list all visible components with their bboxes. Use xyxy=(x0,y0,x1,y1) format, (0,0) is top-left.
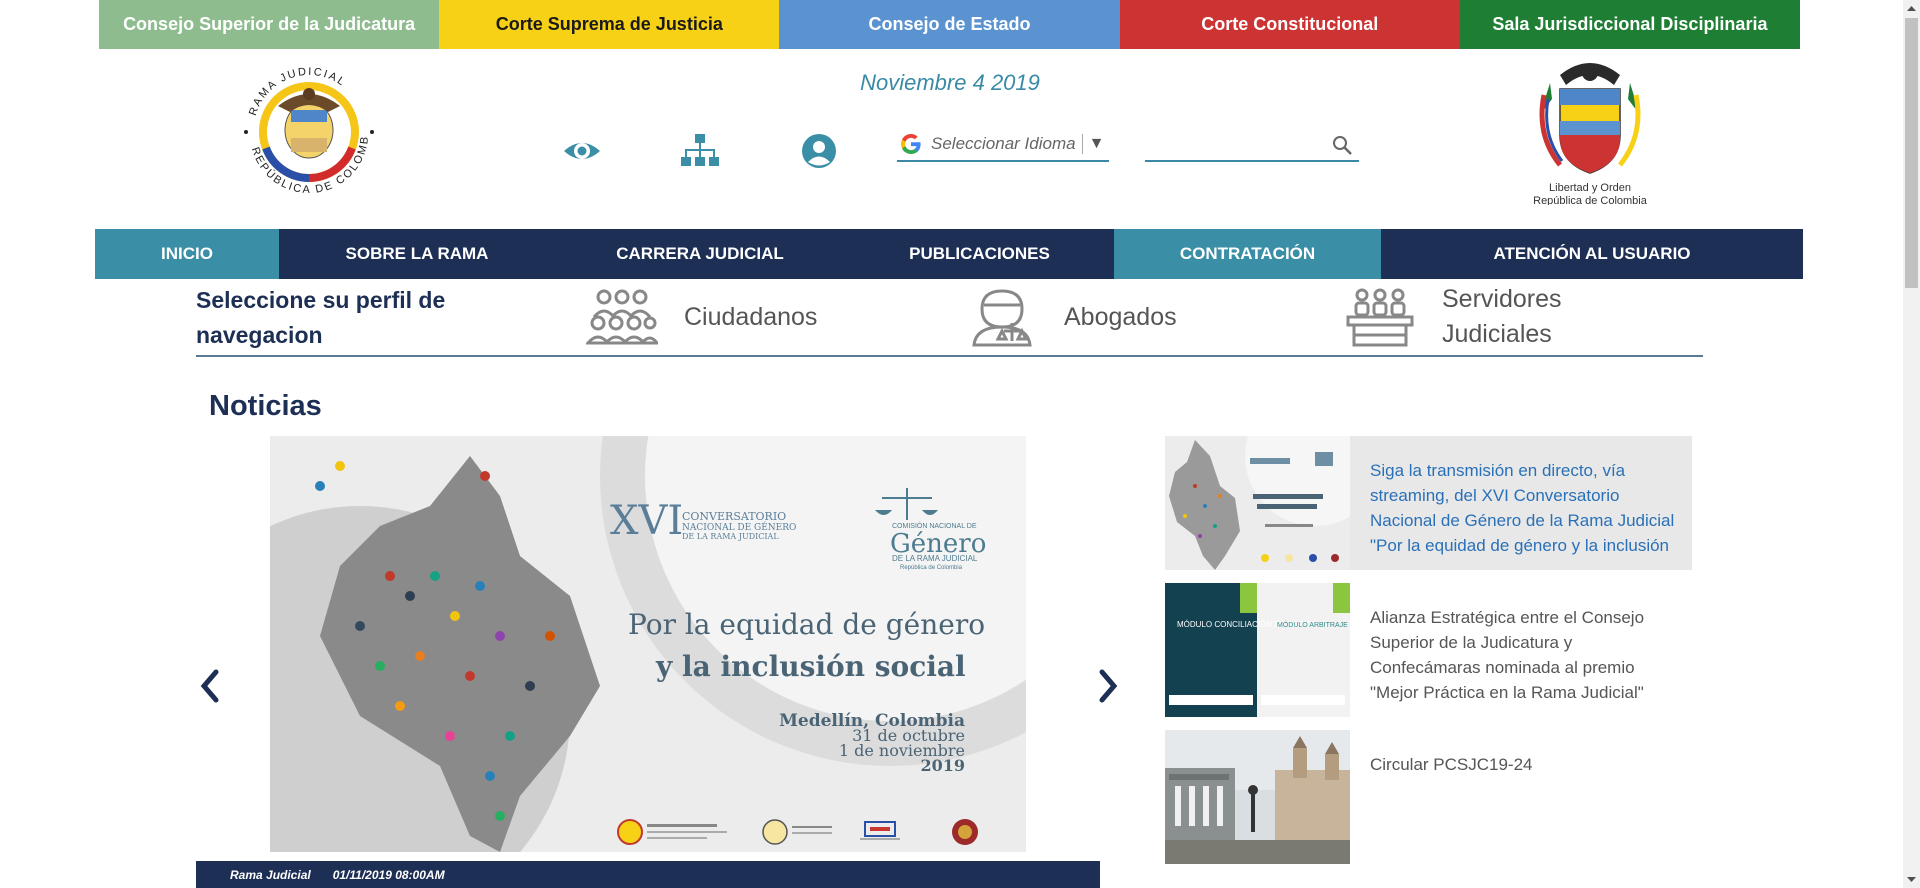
dropdown-arrow-icon: ▼ xyxy=(1088,135,1105,152)
news-heading: Noticias xyxy=(209,390,322,422)
scrollbar-thumb[interactable] xyxy=(1905,18,1918,288)
carousel-slide[interactable]: XVI CONVERSATORIO NACIONAL DE GÉNERO DE … xyxy=(270,436,1026,852)
profile-servidores-label: Servidores Judiciales xyxy=(1442,285,1562,348)
nav-publicaciones[interactable]: PUBLICACIONES xyxy=(845,229,1114,279)
language-divider xyxy=(1081,134,1083,154)
profile-selector-title: Seleccione su perfil de navegacion xyxy=(196,287,446,348)
page: Consejo Superior de la Judicatura Corte … xyxy=(0,0,1920,888)
profile-servidores-judiciales[interactable]: Servidores Judiciales xyxy=(1344,279,1602,355)
search-box xyxy=(1145,128,1359,162)
news-item-1[interactable]: Siga la transmisión en directo, vía stre… xyxy=(1165,436,1692,570)
carousel-prev-icon[interactable] xyxy=(196,666,222,706)
carousel-next-icon[interactable] xyxy=(1096,666,1122,706)
scroll-down-icon[interactable] xyxy=(1903,871,1920,888)
search-icon[interactable] xyxy=(1331,134,1353,156)
rama-judicial-logo[interactable]: RAMA JUDICIAL REPÚBLICA DE COLOMBIA xyxy=(228,52,390,208)
news-item-1-title: Siga la transmisión en directo, vía stre… xyxy=(1370,461,1675,555)
court-link-consejo-estado[interactable]: Consejo de Estado xyxy=(779,0,1120,49)
news-thumbnail-3 xyxy=(1165,730,1350,864)
news-item-3-title: Circular PCSJC19-24 xyxy=(1370,755,1533,774)
google-icon xyxy=(901,134,921,154)
slide-event-roman: XVI xyxy=(610,498,683,544)
news-item-2-title: Alianza Estratégica entre el Consejo Sup… xyxy=(1370,608,1645,702)
slide-event-line3: DE LA RAMA JUDICIAL xyxy=(682,532,779,541)
thumb2-right-text: MÓDULO ARBITRAJE NACIONAL E INTERNACIONA… xyxy=(1277,620,1350,629)
user-icon[interactable] xyxy=(799,133,839,169)
nav-sobre-la-rama[interactable]: SOBRE LA RAMA xyxy=(279,229,555,279)
commission-country: República de Colombia xyxy=(900,565,963,571)
profile-ciudadanos-label: Ciudadanos xyxy=(684,302,818,331)
commission-line: DE LA RAMA JUDICIAL xyxy=(892,554,978,563)
slide-caption-source: Rama Judicial xyxy=(230,868,311,882)
search-input[interactable] xyxy=(1145,132,1325,158)
news-item-2[interactable]: MÓDULO CONCILIACIÓN EN DERECHO MÓDULO AR… xyxy=(1165,583,1692,717)
profile-abogados-label: Abogados xyxy=(1064,302,1177,331)
coat-country: República de Colombia xyxy=(1533,195,1648,205)
main-nav: INICIO SOBRE LA RAMA CARRERA JUDICIAL PU… xyxy=(95,229,1803,279)
news-thumbnail-1 xyxy=(1165,436,1350,570)
news-carousel: XVI CONVERSATORIO NACIONAL DE GÉNERO DE … xyxy=(196,436,1118,888)
lawyer-icon xyxy=(972,289,1032,347)
slide-banner-image: XVI CONVERSATORIO NACIONAL DE GÉNERO DE … xyxy=(270,436,1026,852)
eye-icon[interactable] xyxy=(562,133,602,169)
nav-carrera-judicial[interactable]: CARRERA JUDICIAL xyxy=(555,229,845,279)
page-scrollbar[interactable] xyxy=(1903,0,1920,888)
coat-motto: Libertad y Orden xyxy=(1549,182,1631,194)
profile-selector: Seleccione su perfil de navegacion Ciuda… xyxy=(196,279,1703,357)
language-selector[interactable]: Seleccionar Idioma ▼ xyxy=(897,128,1109,162)
judicial-servants-icon xyxy=(1346,288,1414,347)
slide-headline-1: Por la equidad de género xyxy=(628,608,985,641)
slide-caption-datetime: 01/11/2019 08:00AM xyxy=(332,868,445,882)
slide-event-line1: CONVERSATORIO xyxy=(682,510,786,523)
slide-headline-2: y la inclusión social xyxy=(655,650,966,683)
nav-contratacion[interactable]: CONTRATACIÓN xyxy=(1114,229,1381,279)
sitemap-icon[interactable] xyxy=(680,133,720,169)
court-link-sala-disciplinaria[interactable]: Sala Jurisdiccional Disciplinaria xyxy=(1459,0,1801,49)
court-link-consejo-superior[interactable]: Consejo Superior de la Judicatura xyxy=(99,0,440,49)
news-item-3[interactable]: Circular PCSJC19-24 xyxy=(1165,730,1692,864)
coat-of-arms-logo[interactable]: Libertad y Orden República de Colombia xyxy=(1520,55,1660,205)
profile-abogados[interactable]: Abogados xyxy=(966,279,1177,355)
court-link-corte-suprema[interactable]: Corte Suprema de Justicia xyxy=(439,0,780,49)
court-link-corte-constitucional[interactable]: Corte Constitucional xyxy=(1119,0,1460,49)
nav-inicio[interactable]: INICIO xyxy=(95,229,279,279)
news-thumbnail-2: MÓDULO CONCILIACIÓN EN DERECHO MÓDULO AR… xyxy=(1165,583,1350,717)
nav-atencion-al-usuario[interactable]: ATENCIÓN AL USUARIO xyxy=(1381,229,1803,279)
slide-year: 2019 xyxy=(920,756,965,775)
citizens-group-icon xyxy=(586,289,658,345)
profile-ciudadanos[interactable]: Ciudadanos xyxy=(586,279,817,355)
scroll-up-icon[interactable] xyxy=(1903,0,1920,17)
slide-caption-bar: Rama Judicial 01/11/2019 08:00AM xyxy=(196,861,1100,888)
language-selector-label: Seleccionar Idioma xyxy=(931,134,1076,153)
court-bar: Consejo Superior de la Judicatura Corte … xyxy=(99,0,1801,49)
current-date: Noviembre 4 2019 xyxy=(860,70,1040,95)
